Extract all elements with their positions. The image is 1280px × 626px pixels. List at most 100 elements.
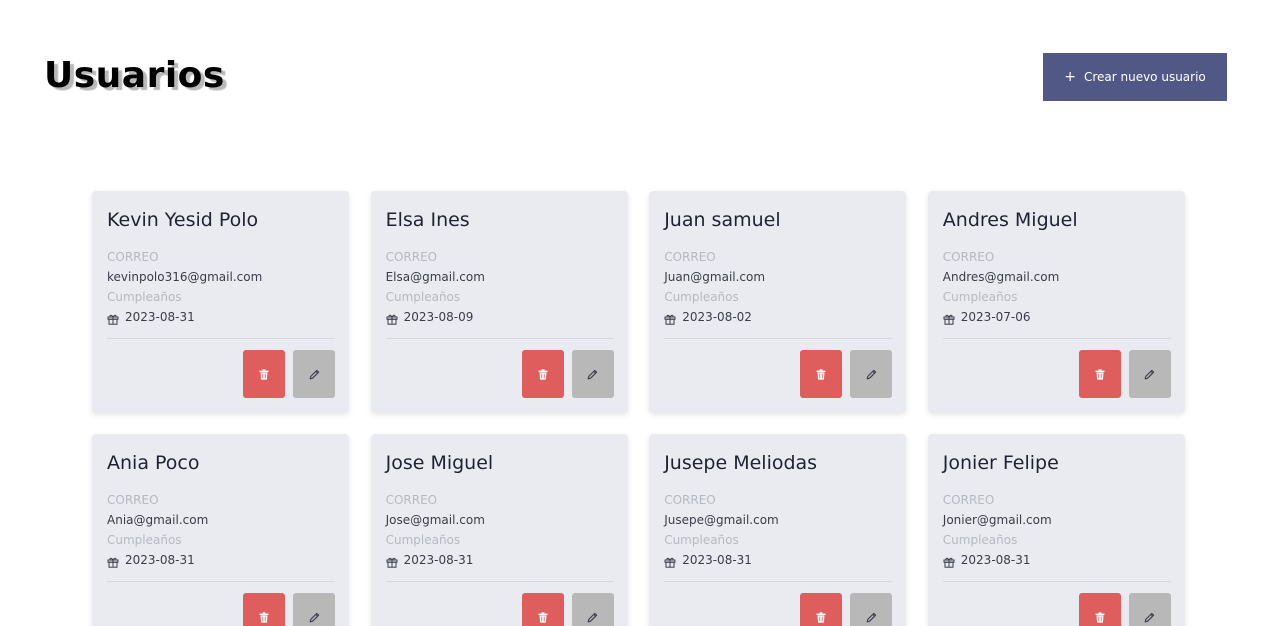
gift-icon: [943, 311, 955, 325]
user-name: Andres Miguel: [942, 209, 1078, 231]
user-email: Ania@gmail.com: [107, 513, 209, 527]
plus-icon: +: [1064, 68, 1076, 85]
birthday-row: 2023-08-09: [386, 307, 614, 327]
delete-button[interactable]: [521, 593, 564, 626]
birthday-label: Cumpleaños: [107, 290, 182, 304]
user-name: Jose Miguel: [385, 452, 494, 474]
edit-button[interactable]: [293, 593, 335, 626]
edit-button[interactable]: [571, 593, 614, 626]
card-actions: [1078, 593, 1171, 626]
card-divider: [107, 581, 335, 582]
birthday-label: Cumpleaños: [107, 533, 182, 547]
birthday-label: Cumpleaños: [664, 290, 739, 304]
card-actions: [800, 350, 893, 398]
pencil-icon: [1144, 612, 1155, 623]
pencil-icon: [309, 369, 320, 380]
delete-button[interactable]: [1078, 593, 1121, 626]
user-card: Jusepe Meliodas CORREO Jusepe@gmail.com …: [649, 434, 907, 626]
birthday-row: 2023-08-31: [386, 550, 614, 570]
edit-button[interactable]: [571, 350, 614, 398]
gift-icon: [107, 554, 119, 568]
user-email: Jonier@gmail.com: [942, 513, 1052, 527]
pencil-icon: [587, 612, 598, 623]
user-email: Andres@gmail.com: [942, 270, 1060, 284]
birthday-label: Cumpleaños: [942, 290, 1018, 304]
pencil-icon: [309, 612, 320, 623]
delete-button[interactable]: [800, 350, 843, 398]
user-email: Jose@gmail.com: [385, 513, 485, 527]
user-card: Jose Miguel CORREO Jose@gmail.com Cumple…: [370, 434, 628, 626]
birthday-row: 2023-08-31: [107, 550, 335, 570]
create-user-button-label: Crear nuevo usuario: [1083, 70, 1206, 84]
birthday-row: 2023-08-31: [664, 550, 892, 570]
gift-icon: [107, 311, 119, 325]
birthday-label: Cumpleaños: [942, 533, 1018, 547]
email-label: CORREO: [385, 493, 438, 507]
user-card: Juan samuel CORREO Juan@gmail.com Cumple…: [649, 191, 907, 413]
email-label: CORREO: [942, 493, 995, 507]
user-card: Elsa Ines CORREO Elsa@gmail.com Cumpleañ…: [370, 191, 628, 413]
gift-icon: [386, 554, 398, 568]
card-actions: [243, 350, 335, 398]
pencil-icon: [866, 612, 877, 623]
pencil-icon: [587, 369, 598, 380]
user-birthday: 2023-08-09: [403, 310, 474, 324]
birthday-label: Cumpleaños: [664, 533, 739, 547]
email-label: CORREO: [385, 250, 438, 264]
user-birthday: 2023-08-31: [125, 310, 195, 324]
card-divider: [385, 581, 614, 582]
email-label: CORREO: [664, 250, 716, 264]
gift-icon: [664, 311, 676, 325]
user-birthday: 2023-08-31: [125, 553, 195, 567]
trash-icon: [1095, 611, 1105, 623]
trash-icon: [816, 368, 826, 380]
page: Usuarios + Crear nuevo usuario Kevin Yes…: [0, 0, 1280, 626]
card-actions: [521, 350, 614, 398]
user-birthday: 2023-08-02: [682, 310, 752, 324]
card-divider: [664, 581, 893, 582]
user-name: Jusepe Meliodas: [664, 452, 818, 474]
edit-button[interactable]: [293, 350, 335, 398]
user-card: Ania Poco CORREO Ania@gmail.com Cumpleañ…: [92, 434, 349, 626]
user-card: Jonier Felipe CORREO Jonier@gmail.com Cu…: [927, 434, 1185, 626]
delete-button[interactable]: [243, 350, 285, 398]
card-actions: [1078, 350, 1171, 398]
card-divider: [107, 338, 335, 339]
user-email: kevinpolo316@gmail.com: [107, 270, 263, 284]
email-label: CORREO: [664, 493, 716, 507]
gift-icon: [386, 311, 398, 325]
trash-icon: [259, 611, 269, 623]
card-actions: [521, 593, 614, 626]
card-actions: [800, 593, 893, 626]
user-birthday: 2023-08-31: [403, 553, 474, 567]
email-label: CORREO: [107, 250, 159, 264]
user-email: Elsa@gmail.com: [385, 270, 485, 284]
user-email: Juan@gmail.com: [664, 270, 766, 284]
delete-button[interactable]: [243, 593, 285, 626]
delete-button[interactable]: [800, 593, 843, 626]
delete-button[interactable]: [1078, 350, 1121, 398]
edit-button[interactable]: [850, 593, 893, 626]
create-user-button[interactable]: + Crear nuevo usuario: [1043, 53, 1227, 101]
trash-icon: [1095, 368, 1105, 380]
email-label: CORREO: [942, 250, 995, 264]
user-name: Jonier Felipe: [942, 452, 1059, 474]
pencil-icon: [866, 369, 877, 380]
edit-button[interactable]: [1128, 350, 1171, 398]
user-card: Andres Miguel CORREO Andres@gmail.com Cu…: [927, 191, 1185, 413]
user-name: Elsa Ines: [385, 209, 470, 231]
gift-icon: [664, 554, 676, 568]
delete-button[interactable]: [521, 350, 564, 398]
birthday-label: Cumpleaños: [385, 290, 461, 304]
card-actions: [243, 593, 335, 626]
user-card: Kevin Yesid Polo CORREO kevinpolo316@gma…: [92, 191, 349, 413]
user-name: Ania Poco: [107, 452, 200, 474]
trash-icon: [538, 611, 548, 623]
user-card-grid: Kevin Yesid Polo CORREO kevinpolo316@gma…: [92, 191, 1185, 626]
edit-button[interactable]: [1128, 593, 1171, 626]
email-label: CORREO: [107, 493, 159, 507]
edit-button[interactable]: [850, 350, 893, 398]
user-name: Juan samuel: [664, 209, 781, 231]
birthday-row: 2023-08-31: [107, 307, 335, 327]
user-name: Kevin Yesid Polo: [107, 209, 259, 231]
